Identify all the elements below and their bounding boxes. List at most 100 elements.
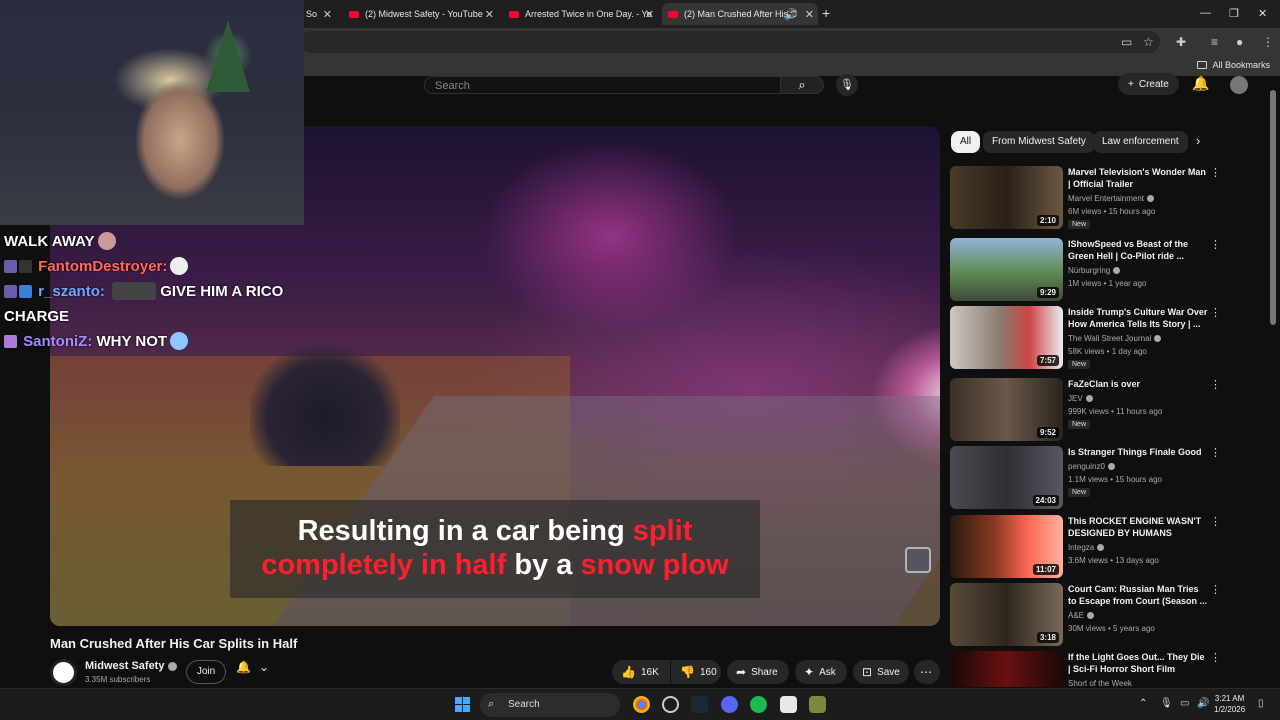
- browser-tab[interactable]: Arrested Twice in One Day. - Yo ✕: [503, 3, 658, 25]
- recommendation-item[interactable]: 11:07 This ROCKET ENGINE WASN'T DESIGNED…: [950, 515, 1230, 579]
- video-thumbnail[interactable]: 2:10: [950, 166, 1063, 229]
- close-tab-icon[interactable]: ✕: [323, 8, 332, 21]
- menu-icon[interactable]: ⋮: [1262, 35, 1274, 49]
- recommendation-channel[interactable]: penguinz0: [1068, 462, 1115, 471]
- video-thumbnail[interactable]: [950, 651, 1063, 687]
- recommendation-channel[interactable]: Short of the Week: [1068, 679, 1132, 687]
- video-thumbnail[interactable]: 9:29: [950, 238, 1063, 301]
- minimize-icon[interactable]: —: [1200, 7, 1211, 19]
- like-button[interactable]: 👍 16K: [612, 660, 670, 684]
- notifications-bell-icon[interactable]: 🔔: [1192, 75, 1209, 92]
- chip-law-enforcement[interactable]: Law enforcement: [1093, 131, 1188, 153]
- spotify-icon[interactable]: [750, 696, 767, 713]
- all-bookmarks-button[interactable]: All Bookmarks: [1197, 60, 1270, 70]
- recommendation-channel[interactable]: The Wall Street Journal: [1068, 334, 1162, 343]
- recommendation-channel[interactable]: JEV: [1068, 394, 1093, 403]
- chrome-icon[interactable]: [633, 696, 650, 713]
- search-button[interactable]: ⌕: [780, 76, 824, 94]
- new-tab-button[interactable]: +: [822, 5, 830, 21]
- recommendation-title[interactable]: Inside Trump's Culture War Over How Amer…: [1068, 306, 1208, 330]
- ask-button[interactable]: ✦ Ask: [795, 660, 847, 684]
- recommendation-title[interactable]: IShowSpeed vs Beast of the Green Hell | …: [1068, 238, 1208, 262]
- more-vertical-icon[interactable]: ⋮: [1210, 306, 1221, 319]
- browser-tab[interactable]: So ✕: [300, 3, 336, 25]
- avatar[interactable]: [1230, 76, 1248, 94]
- recommendation-item[interactable]: 9:52 FaZeClan is over JEV 999K views • 1…: [950, 378, 1230, 442]
- recommendation-title[interactable]: Court Cam: Russian Man Tries to Escape f…: [1068, 583, 1208, 607]
- video-thumbnail[interactable]: 11:07: [950, 515, 1063, 578]
- new-badge: New: [1068, 488, 1091, 497]
- more-vertical-icon[interactable]: ⋮: [1210, 651, 1221, 664]
- recommendation-item[interactable]: 9:29 IShowSpeed vs Beast of the Green He…: [950, 238, 1230, 302]
- more-actions-button[interactable]: ⋯: [914, 660, 940, 684]
- recommendation-item[interactable]: 3:18 Court Cam: Russian Man Tries to Esc…: [950, 583, 1230, 647]
- more-vertical-icon[interactable]: ⋮: [1210, 166, 1221, 179]
- clock[interactable]: 3:21 AM 1/2/2026: [1214, 693, 1245, 715]
- browser-tab-active[interactable]: (2) Man Crushed After His C 🔊 ✕: [662, 3, 818, 25]
- recommendation-channel[interactable]: Marvel Entertainment: [1068, 194, 1155, 203]
- channel-name-link[interactable]: Midwest Safety: [85, 660, 178, 672]
- save-button[interactable]: ⊡ Save: [853, 660, 909, 684]
- notification-icon[interactable]: ▯: [1258, 698, 1264, 709]
- video-thumbnail[interactable]: 24:03: [950, 446, 1063, 509]
- close-tab-icon[interactable]: ✕: [645, 8, 654, 21]
- channel-avatar[interactable]: [50, 659, 77, 686]
- taskbar-search[interactable]: ⌕ Search: [480, 693, 620, 717]
- more-vertical-icon[interactable]: ⋮: [1210, 583, 1221, 596]
- recommendation-title[interactable]: If the Light Goes Out... They Die | Sci-…: [1068, 651, 1208, 675]
- video-thumbnail[interactable]: 3:18: [950, 583, 1063, 646]
- restore-icon[interactable]: ❐: [1229, 7, 1239, 20]
- address-bar[interactable]: [300, 31, 1160, 53]
- more-vertical-icon[interactable]: ⋮: [1210, 446, 1221, 459]
- share-button[interactable]: ➦ Share: [727, 660, 789, 684]
- close-tab-icon[interactable]: ✕: [805, 8, 814, 21]
- voice-search-button[interactable]: 🎙: [836, 74, 858, 96]
- recommendation-item[interactable]: If the Light Goes Out... They Die | Sci-…: [950, 651, 1230, 687]
- close-tab-icon[interactable]: ✕: [485, 8, 494, 21]
- chevron-up-icon[interactable]: ⌃: [1139, 698, 1147, 709]
- volume-icon[interactable]: 🔊: [1197, 698, 1209, 709]
- more-vertical-icon[interactable]: ⋮: [1210, 378, 1221, 391]
- close-window-icon[interactable]: ✕: [1258, 7, 1267, 20]
- recommendation-channel[interactable]: A&E: [1068, 611, 1095, 620]
- channel-watermark-icon[interactable]: [905, 547, 931, 573]
- recommendation-item[interactable]: 7:57 Inside Trump's Culture War Over How…: [950, 306, 1230, 370]
- create-button[interactable]: + Create: [1118, 73, 1179, 95]
- recommendation-title[interactable]: Is Stranger Things Finale Good: [1068, 446, 1208, 458]
- profile-icon[interactable]: ●: [1236, 35, 1243, 49]
- chevron-right-icon[interactable]: ›: [1196, 133, 1200, 148]
- scrollbar[interactable]: [1270, 90, 1276, 325]
- browser-tab[interactable]: (2) Midwest Safety - YouTube ✕: [343, 3, 498, 25]
- app-icon[interactable]: [662, 696, 679, 713]
- recommendation-channel[interactable]: Integza: [1068, 543, 1105, 552]
- recommendation-item[interactable]: 24:03 Is Stranger Things Finale Good pen…: [950, 446, 1230, 510]
- chip-all[interactable]: All: [951, 131, 981, 153]
- recommendation-title[interactable]: This ROCKET ENGINE WASN'T DESIGNED BY HU…: [1068, 515, 1208, 539]
- search-input[interactable]: Search: [424, 76, 780, 94]
- more-vertical-icon[interactable]: ⋮: [1210, 238, 1221, 251]
- discord-icon[interactable]: [721, 696, 738, 713]
- notepad-icon[interactable]: [780, 696, 797, 713]
- join-button[interactable]: Join: [186, 660, 226, 684]
- cast-icon[interactable]: ▭: [1121, 35, 1132, 49]
- recommendation-channel[interactable]: Nürburgring: [1068, 266, 1121, 275]
- recommendation-title[interactable]: FaZeClan is over: [1068, 378, 1208, 390]
- chip-from-channel[interactable]: From Midwest Safety: [983, 131, 1095, 153]
- bookmark-star-icon[interactable]: ☆: [1143, 35, 1154, 49]
- network-icon[interactable]: ▭: [1180, 698, 1189, 709]
- video-thumbnail[interactable]: 9:52: [950, 378, 1063, 441]
- start-button[interactable]: [455, 697, 470, 712]
- search-icon: ⌕: [488, 698, 495, 710]
- speaker-icon[interactable]: 🔊: [784, 8, 798, 21]
- steam-icon[interactable]: [691, 696, 708, 713]
- video-thumbnail[interactable]: 7:57: [950, 306, 1063, 369]
- notification-settings-button[interactable]: 🔔 ⌄: [236, 660, 269, 674]
- mic-icon[interactable]: 🎙: [1160, 698, 1173, 709]
- extensions-icon[interactable]: ✚: [1176, 35, 1186, 49]
- app-icon[interactable]: [809, 696, 826, 713]
- more-vertical-icon[interactable]: ⋮: [1210, 515, 1221, 528]
- media-control-icon[interactable]: ≡: [1211, 35, 1218, 49]
- dislike-button[interactable]: 👎 160: [671, 660, 721, 684]
- recommendation-title[interactable]: Marvel Television's Wonder Man | Officia…: [1068, 166, 1208, 190]
- recommendation-item[interactable]: 2:10 Marvel Television's Wonder Man | Of…: [950, 166, 1230, 230]
